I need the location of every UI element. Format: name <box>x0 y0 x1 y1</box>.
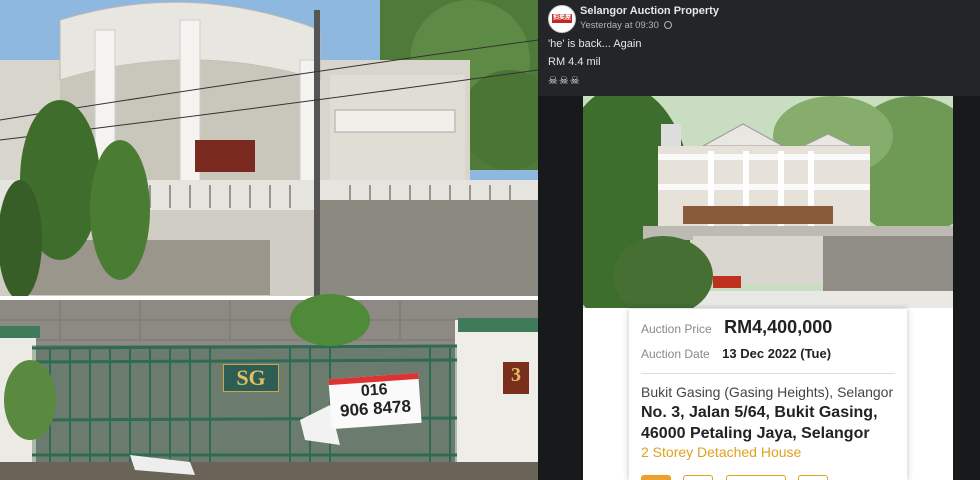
house-photo: SG 3 016 906 8478 <box>0 0 538 480</box>
card-divider <box>641 373 895 374</box>
address-line1: No. 3, Jalan 5/64, Bukit Gasing, <box>641 404 878 421</box>
property-type: 2 Storey Detached House <box>641 444 802 460</box>
auction-date-value: 13 Dec 2022 (Tue) <box>722 346 832 361</box>
auction-details-card: Auction Price RM4,400,000 Auction Date 1… <box>629 309 907 480</box>
post-timestamp[interactable]: Yesterday at 09:30 <box>580 20 672 31</box>
auction-price-row: Auction Price RM4,400,000 <box>641 317 832 338</box>
post-text-line2: RM 4.4 mil <box>548 56 601 68</box>
address-line2: 46000 Petaling Jaya, Selangor <box>641 425 870 442</box>
property-address: No. 3, Jalan 5/64, Bukit Gasing, 46000 P… <box>641 402 911 444</box>
auction-date-label: Auction Date <box>641 347 710 361</box>
auction-date-row: Auction Date 13 Dec 2022 (Tue) <box>641 345 831 363</box>
auction-price-value: RM4,400,000 <box>724 317 833 337</box>
house-number: 3 <box>511 364 521 386</box>
page-avatar[interactable]: 拍卖屋 <box>548 5 576 33</box>
gate-sign-letters: SG <box>236 365 266 390</box>
auction-price-label: Auction Price <box>641 322 712 336</box>
post-timestamp-text: Yesterday at 09:30 <box>580 20 659 31</box>
phone-banner-line2: 906 8478 <box>339 396 412 421</box>
phone-banner: 016 906 8478 <box>328 372 422 430</box>
feature-tag <box>725 475 786 480</box>
globe-icon <box>663 21 672 29</box>
feature-tag <box>683 475 714 480</box>
social-post: 拍卖屋 Selangor Auction Property Yesterday … <box>538 0 980 480</box>
post-text-line1: 'he' is back... Again <box>548 38 642 50</box>
post-emoji: ☠☠☠ <box>548 75 581 87</box>
feature-tag <box>798 475 829 480</box>
gate-sign: SG <box>223 364 279 392</box>
mansion-photo <box>583 96 953 308</box>
listing-image[interactable]: Auction Price RM4,400,000 Auction Date 1… <box>583 96 953 480</box>
page-name-link[interactable]: Selangor Auction Property <box>580 5 719 17</box>
property-area: Bukit Gasing (Gasing Heights), Selangor <box>641 384 894 400</box>
feature-tags <box>641 472 836 480</box>
feature-tag <box>641 475 671 480</box>
post-header: 拍卖屋 Selangor Auction Property Yesterday … <box>538 0 980 96</box>
avatar-badge: 拍卖屋 <box>552 14 572 23</box>
